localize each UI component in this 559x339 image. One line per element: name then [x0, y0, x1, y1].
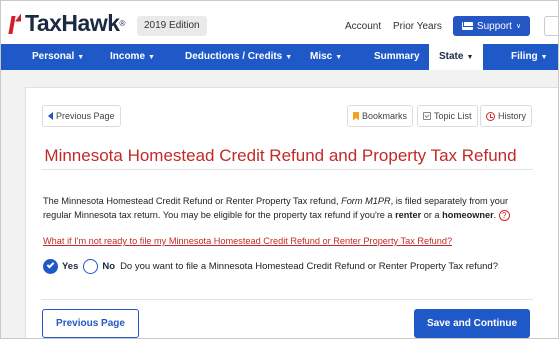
chevron-down-icon: ∨: [515, 23, 522, 30]
save-and-continue-button[interactable]: Save and Continue: [414, 309, 530, 338]
main-nav: Personal ▼ Income ▼ Deductions / Credits ▼ …: [1, 44, 558, 70]
yes-radio[interactable]: [43, 258, 58, 274]
help-icon[interactable]: ?: [498, 210, 510, 222]
edition-badge: 2019 Edition: [137, 16, 207, 36]
topic-list-label: Topic List: [434, 111, 472, 121]
caret-down-icon: ▼: [335, 54, 343, 61]
bookmarks-label: Bookmarks: [362, 111, 408, 121]
nav-misc[interactable]: Misc ▼: [310, 44, 342, 70]
arrow-left-icon: [48, 112, 53, 120]
support-button[interactable]: Support ∨: [453, 16, 530, 36]
intro-paragraph: The Minnesota Homestead Credit Refund or…: [43, 196, 510, 222]
caret-down-icon: ▼: [466, 54, 474, 61]
app-window: TaxHawk ® 2019 Edition Account Prior Yea…: [0, 0, 559, 339]
file-refund-question: Yes No Do you want to file a Minnesota H…: [43, 258, 498, 274]
caret-down-icon: ▼: [77, 54, 85, 61]
top-header: TaxHawk ® 2019 Edition Account Prior Yea…: [1, 1, 558, 44]
nav-income[interactable]: Income ▼: [110, 44, 155, 70]
bookmark-icon: [353, 111, 359, 121]
yes-label[interactable]: Yes: [62, 261, 78, 272]
no-radio[interactable]: [83, 258, 99, 274]
question-text: Do you want to file a Minnesota Homestea…: [120, 260, 498, 272]
previous-page-label: Previous Page: [56, 111, 115, 121]
checklist-icon: [423, 112, 431, 120]
not-ready-link[interactable]: What if I'm not ready to file my Minneso…: [43, 236, 452, 246]
nav-personal[interactable]: Personal ▼: [32, 44, 84, 70]
previous-page-link[interactable]: Previous Page: [42, 105, 121, 127]
clock-icon: [486, 111, 495, 121]
page-title: Minnesota Homestead Credit Refund and Pr…: [44, 146, 517, 165]
brand-name: TaxHawk: [25, 10, 120, 36]
caret-down-icon: ▼: [285, 54, 293, 61]
hawk-logo-icon: [8, 12, 23, 36]
taxhawk-logo[interactable]: TaxHawk ®: [8, 10, 126, 37]
support-label: Support: [476, 20, 512, 32]
menu-button-partial[interactable]: [544, 16, 558, 36]
nav-deductions-credits[interactable]: Deductions / Credits ▼: [185, 44, 292, 70]
bookmarks-button[interactable]: Bookmarks: [347, 105, 414, 127]
title-divider: [41, 169, 533, 170]
footer-divider: [41, 299, 533, 300]
nav-filing[interactable]: Filing ▼: [511, 44, 548, 70]
nav-state[interactable]: State ▼: [429, 44, 484, 70]
brand-trademark: ®: [119, 19, 126, 28]
history-label: History: [498, 111, 527, 121]
previous-page-button[interactable]: Previous Page: [42, 309, 139, 338]
mail-icon: [461, 22, 473, 30]
account-link[interactable]: Account: [345, 21, 381, 32]
no-label[interactable]: No: [102, 261, 115, 272]
checkmark-icon: [46, 260, 55, 269]
prior-years-link[interactable]: Prior Years: [393, 21, 442, 32]
topic-list-button[interactable]: Topic List: [417, 105, 478, 127]
caret-down-icon: ▼: [540, 54, 548, 61]
caret-down-icon: ▼: [148, 54, 155, 61]
history-button[interactable]: History: [480, 105, 533, 127]
nav-summary[interactable]: Summary: [374, 44, 420, 70]
